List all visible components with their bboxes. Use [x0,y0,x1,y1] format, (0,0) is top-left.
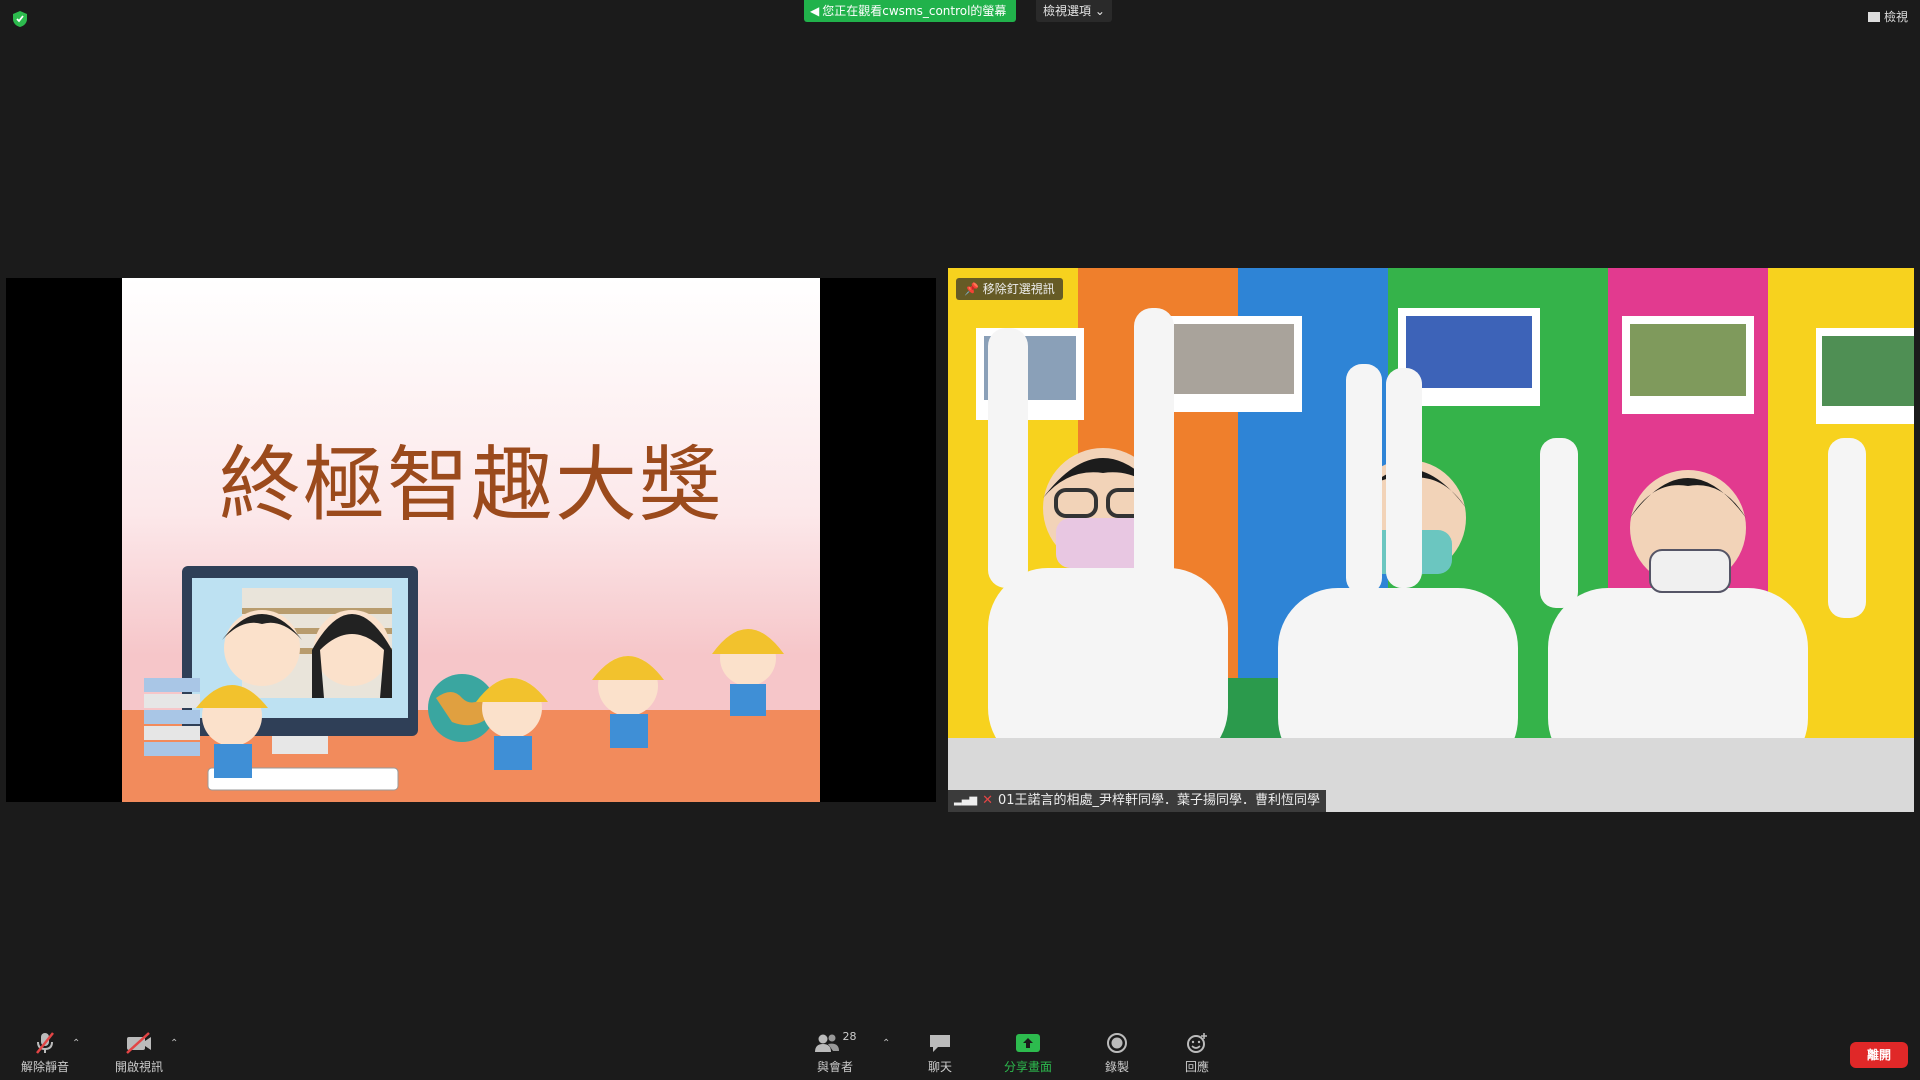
pin-icon: 📌 [964,282,979,296]
screen-share-banner: ◀ 您正在觀看cwsms_control的螢幕 [804,0,1016,22]
participants-button[interactable]: 28 與會者 [800,1030,870,1080]
muted-microphone-icon [36,1032,54,1054]
security-shield-icon[interactable] [12,10,28,28]
share-screen-icon [1016,1034,1040,1052]
chevron-down-icon: ⌄ [1094,4,1105,18]
participant-name: 01王諾言的相處_尹梓軒同學．葉子揚同學．曹利恆同學 [997,793,1321,808]
video-off-icon [126,1032,151,1054]
slide-illustration [144,566,784,791]
unpin-video-label: 移除釘選視訊 [982,282,1055,296]
view-button-label: 檢視 [1883,10,1908,24]
camera-scene [976,308,1914,778]
chat-icon [930,1035,950,1052]
record-button[interactable]: 錄製 [1082,1030,1152,1080]
view-button[interactable]: 檢視 [1867,8,1908,25]
meeting-toolbar: 解除靜音 ⌃ 開啟視訊 ⌃ 28 與會者 ⌃ 聊天 分享畫面 錄製 回應 離開 [0,1030,1920,1080]
start-video-label: 開啟視訊 [114,1060,163,1074]
record-label: 錄製 [1104,1060,1129,1074]
leave-meeting-button[interactable]: 離開 [1850,1042,1908,1068]
audio-options-caret[interactable]: ⌃ [72,1038,80,1049]
view-options-dropdown[interactable]: 檢視選項 ⌄ [1036,0,1112,22]
share-screen-button[interactable]: 分享畫面 [993,1030,1063,1080]
shared-screen-tile[interactable]: 終極智趣大獎 [6,278,936,802]
chat-button[interactable]: 聊天 [905,1030,975,1080]
participants-options-caret[interactable]: ⌃ [882,1038,890,1049]
chat-label: 聊天 [927,1060,952,1074]
speaker-icon: ◀ [810,4,820,18]
participants-icon [814,1034,839,1052]
muted-mic-icon: ✕ [982,793,993,808]
unpin-video-button[interactable]: 📌 移除釘選視訊 [956,278,1063,300]
meeting-window: ◀您正在觀看cwsms_control的螢幕 檢視選項 ⌄ 檢視 終極智趣大獎 [0,0,1920,1080]
gallery-view-icon [1867,11,1880,22]
participant-count: 28 [842,1030,857,1043]
video-options-caret[interactable]: ⌃ [170,1038,178,1049]
participant-video-tile[interactable]: 📌 移除釘選視訊 ▂▄▆ ✕ 01王諾言的相處_尹梓軒同學．葉子揚同學．曹利恆同… [948,268,1914,812]
reactions-label: 回應 [1184,1060,1209,1074]
unmute-label: 解除靜音 [20,1060,69,1074]
signal-strength-icon: ▂▄▆ [954,795,978,806]
unmute-button[interactable]: 解除靜音 [10,1030,80,1080]
participants-label: 與會者 [816,1060,853,1074]
reactions-button[interactable]: 回應 [1162,1030,1232,1080]
start-video-button[interactable]: 開啟視訊 [104,1030,174,1080]
view-options-label: 檢視選項 [1043,4,1092,18]
record-icon [1107,1033,1127,1053]
participant-name-label: ▂▄▆ ✕ 01王諾言的相處_尹梓軒同學．葉子揚同學．曹利恆同學 [948,790,1327,812]
presentation-slide: 終極智趣大獎 [122,278,820,802]
share-banner-text: 您正在觀看cwsms_control的螢幕 [822,4,1007,18]
share-screen-label: 分享畫面 [1003,1060,1052,1074]
reactions-smiley-icon [1187,1033,1207,1053]
